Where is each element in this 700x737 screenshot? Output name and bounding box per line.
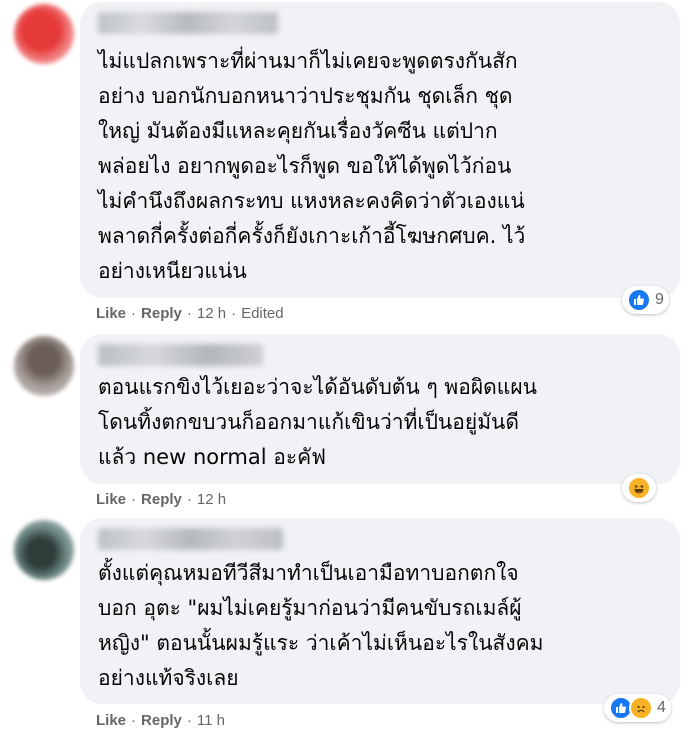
- like-icon: [627, 288, 651, 312]
- reaction-summary[interactable]: [622, 474, 656, 502]
- comment-bubble: ไม่แปลกเพราะที่ผ่านมาก็ไม่เคยจะพูดตรงกัน…: [80, 2, 680, 298]
- reply-button[interactable]: Reply: [141, 491, 182, 508]
- avatar[interactable]: [14, 520, 74, 580]
- reaction-summary[interactable]: 4: [604, 694, 671, 722]
- avatar[interactable]: [14, 4, 74, 64]
- comment-bubble: ตั้งแต่คุณหมอทีวีสีมาทำเป็นเอามือทาบอกตก…: [80, 518, 680, 704]
- comment-meta: Like · Reply · 12 h: [96, 491, 227, 508]
- comment-text: ไม่แปลกเพราะที่ผ่านมาก็ไม่เคยจะพูดตรงกัน…: [98, 49, 526, 283]
- comment-text: ตั้งแต่คุณหมอทีวีสีมาทำเป็นเอามือทาบอกตก…: [98, 561, 544, 690]
- reaction-count: 9: [655, 291, 664, 308]
- timestamp[interactable]: 11 h: [197, 712, 225, 729]
- avatar[interactable]: [14, 336, 74, 396]
- comment-text: ตอนแรกขิงไว้เยอะว่าจะได้อันดับต้น ๆ พอผิ…: [98, 375, 537, 469]
- comment-bubble: ตอนแรกขิงไว้เยอะว่าจะได้อันดับต้น ๆ พอผิ…: [80, 334, 680, 484]
- author-name[interactable]: [98, 12, 278, 34]
- timestamp[interactable]: 12 h: [197, 305, 226, 322]
- reply-button[interactable]: Reply: [141, 305, 182, 322]
- edited-label: Edited: [241, 305, 284, 322]
- haha-icon: [627, 476, 651, 500]
- reaction-count: 4: [657, 699, 666, 716]
- author-name[interactable]: [98, 528, 283, 550]
- sad-icon: [629, 696, 653, 720]
- comment-meta: Like · Reply · 11 h: [96, 712, 225, 729]
- timestamp[interactable]: 12 h: [197, 491, 226, 508]
- like-button[interactable]: Like: [96, 491, 126, 508]
- reaction-summary[interactable]: 9: [622, 286, 669, 314]
- author-name[interactable]: [98, 344, 263, 366]
- like-button[interactable]: Like: [96, 712, 126, 729]
- comment-meta: Like · Reply · 12 h · Edited: [96, 305, 284, 322]
- like-button[interactable]: Like: [96, 305, 126, 322]
- reply-button[interactable]: Reply: [141, 712, 182, 729]
